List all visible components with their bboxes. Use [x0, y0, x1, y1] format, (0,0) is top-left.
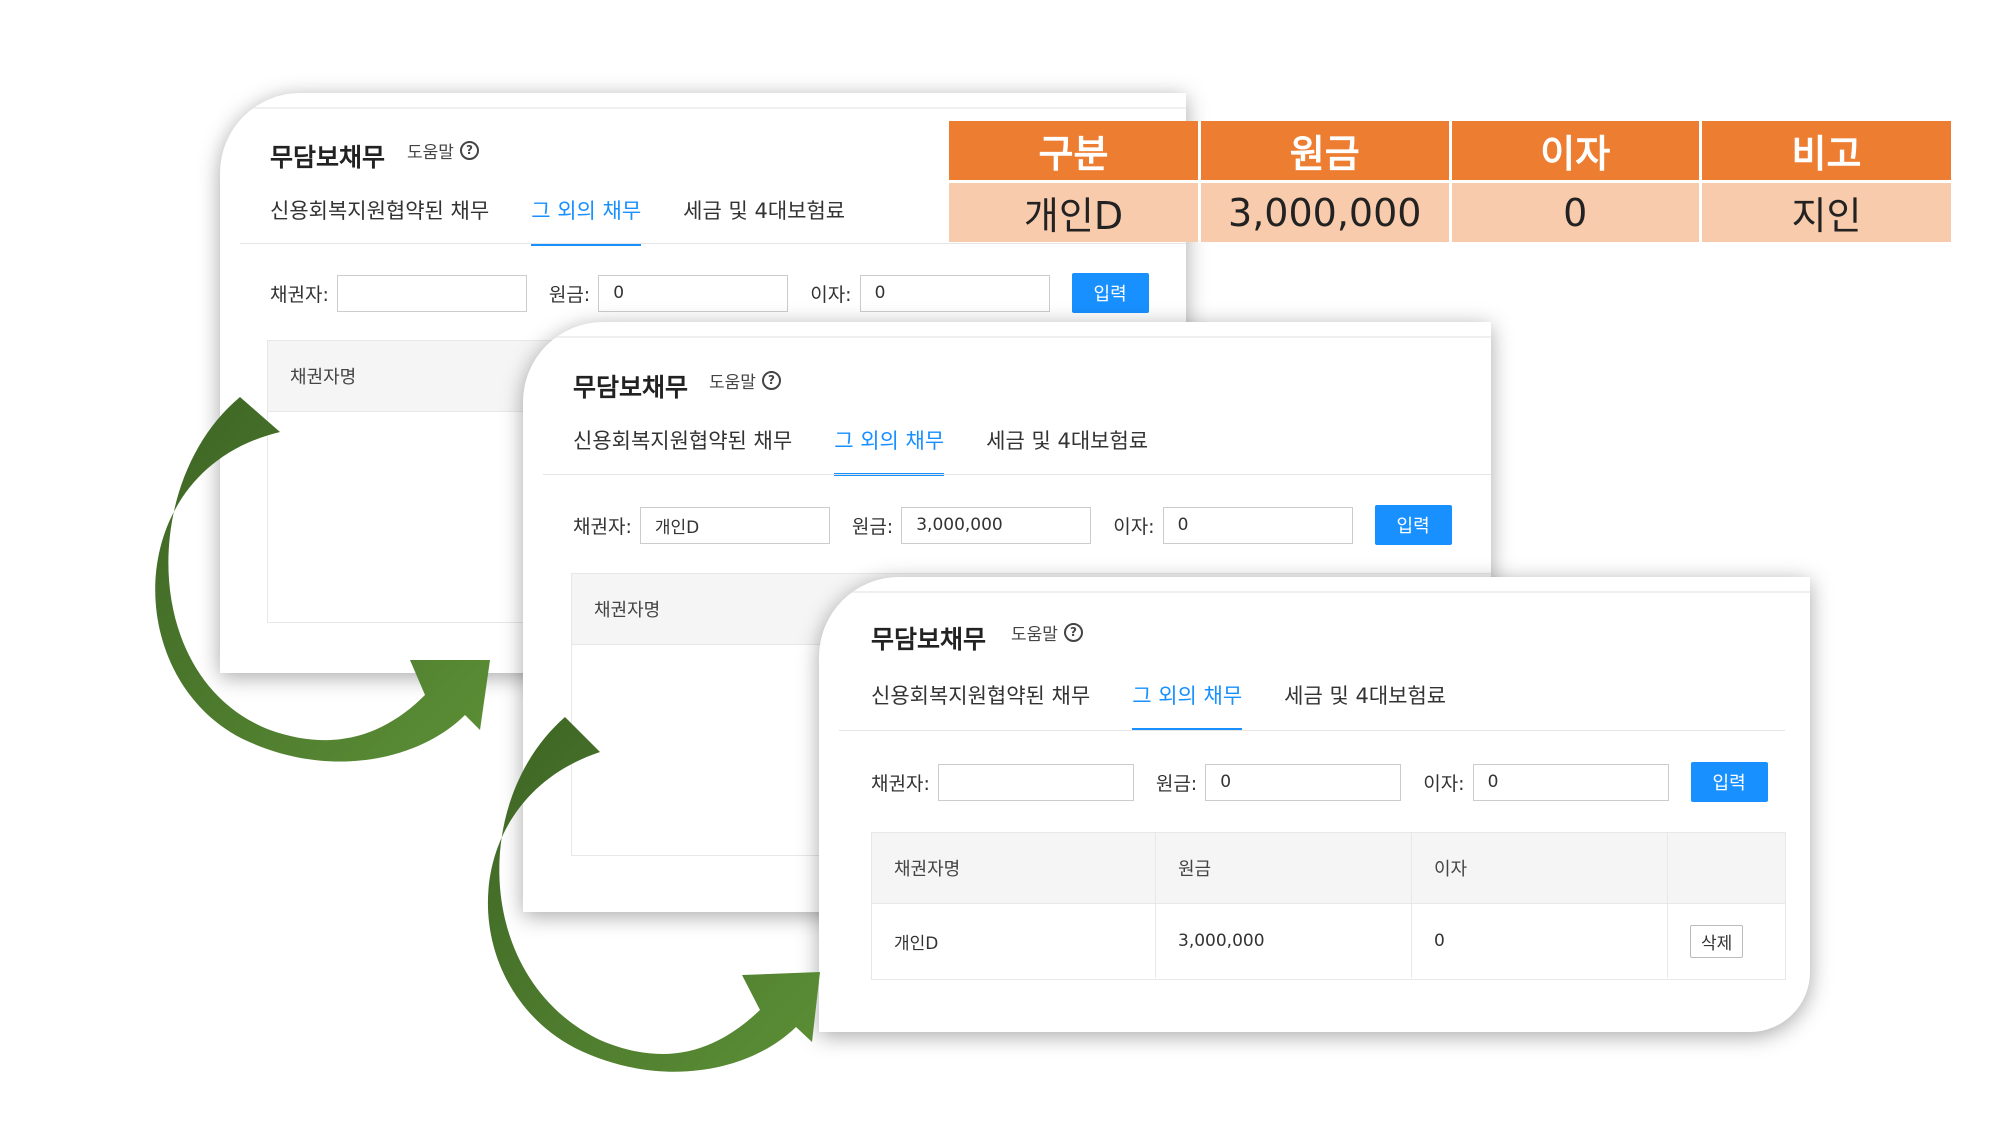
delete-button[interactable]: 삭제 — [1690, 924, 1744, 958]
help-label: 도움말 — [1011, 625, 1058, 645]
summary-header-note: 비고 — [1700, 121, 1951, 183]
summary-data-row: 개인D 3,000,000 0 지인 — [949, 181, 1951, 242]
tab-other-debts[interactable]: 그 외의 채무 — [531, 195, 642, 246]
cell-creditor-name: 개인D — [872, 904, 1156, 978]
page-title: 무담보채무 — [270, 143, 386, 172]
principal-label: 원금: — [548, 283, 591, 306]
summary-header-category: 구분 — [949, 121, 1201, 183]
help-circle-icon: ? — [761, 371, 781, 390]
table-header: 채권자명 원금 이자 — [872, 833, 1785, 904]
help-link[interactable]: 도움말 ? — [407, 138, 479, 163]
help-label: 도움말 — [709, 373, 756, 393]
summary-table: 구분 원금 이자 비고 개인D 3,000,000 0 지인 — [949, 121, 1951, 242]
principal-input[interactable]: 0 — [598, 274, 789, 312]
interest-label: 이자: — [1423, 772, 1465, 795]
summary-cell-category: 개인D — [949, 181, 1201, 242]
creditor-input[interactable]: 개인D — [639, 506, 830, 544]
summary-cell-interest: 0 — [1450, 181, 1702, 242]
tab-other-debts[interactable]: 그 외의 채무 — [834, 425, 945, 476]
column-creditor-name: 채권자명 — [594, 600, 661, 621]
summary-header-row: 구분 원금 이자 비고 — [949, 121, 1951, 183]
interest-label: 이자: — [810, 283, 852, 306]
panel-top-border — [819, 577, 1810, 593]
tab-divider — [543, 474, 1491, 475]
principal-label: 원금: — [851, 515, 894, 538]
column-interest: 이자 — [1412, 833, 1668, 903]
summary-cell-note: 지인 — [1700, 181, 1951, 242]
column-creditor-name: 채권자명 — [872, 833, 1156, 903]
tab-taxes-insurance[interactable]: 세금 및 4대보험료 — [1284, 680, 1446, 731]
page-title: 무담보채무 — [871, 625, 987, 654]
submit-button[interactable]: 입력 — [1374, 505, 1452, 545]
page-title: 무담보채무 — [573, 373, 689, 402]
cell-principal: 3,000,000 — [1156, 904, 1412, 978]
summary-header-interest: 이자 — [1450, 121, 1702, 183]
tab-taxes-insurance[interactable]: 세금 및 4대보험료 — [683, 195, 845, 246]
creditor-input[interactable] — [937, 763, 1134, 801]
panel-top-border — [220, 93, 1186, 109]
table-row: 개인D 3,000,000 0 삭제 — [872, 904, 1785, 978]
help-link[interactable]: 도움말 ? — [1011, 620, 1083, 645]
entry-form: 채권자: 원금: 0 이자: 0 입력 — [871, 762, 1768, 802]
column-actions — [1668, 833, 1785, 903]
entry-form: 채권자: 개인D 원금: 3,000,000 이자: 0 입력 — [573, 505, 1452, 545]
column-principal: 원금 — [1156, 833, 1412, 903]
help-label: 도움말 — [407, 143, 454, 163]
tab-credit-recovery[interactable]: 신용회복지원협약된 채무 — [573, 425, 792, 476]
panel-top-border — [523, 322, 1491, 338]
creditor-label: 채권자: — [270, 283, 329, 306]
cell-interest: 0 — [1412, 904, 1668, 978]
summary-header-principal: 원금 — [1199, 121, 1452, 183]
principal-input[interactable]: 0 — [1205, 763, 1402, 801]
help-circle-icon: ? — [1063, 623, 1083, 642]
tab-bar: 신용회복지원협약된 채무 그 외의 채무 세금 및 4대보험료 — [871, 680, 1488, 731]
tab-bar: 신용회복지원협약된 채무 그 외의 채무 세금 및 4대보험료 — [270, 195, 887, 246]
help-link[interactable]: 도움말 ? — [709, 368, 781, 393]
tab-taxes-insurance[interactable]: 세금 및 4대보험료 — [986, 425, 1148, 476]
submit-button[interactable]: 입력 — [1690, 762, 1768, 802]
debt-table: 채권자명 원금 이자 개인D 3,000,000 0 삭제 — [871, 832, 1786, 980]
cell-actions: 삭제 — [1668, 904, 1785, 978]
submit-button[interactable]: 입력 — [1071, 273, 1149, 313]
help-circle-icon: ? — [459, 141, 479, 160]
tab-divider — [839, 730, 1785, 731]
interest-input[interactable]: 0 — [859, 274, 1050, 312]
creditor-label: 채권자: — [871, 772, 930, 795]
principal-input[interactable]: 3,000,000 — [901, 506, 1092, 544]
tab-credit-recovery[interactable]: 신용회복지원협약된 채무 — [871, 680, 1090, 731]
tab-other-debts[interactable]: 그 외의 채무 — [1132, 680, 1243, 731]
column-creditor-name: 채권자명 — [290, 367, 357, 388]
interest-label: 이자: — [1113, 515, 1155, 538]
tab-credit-recovery[interactable]: 신용회복지원협약된 채무 — [270, 195, 489, 246]
creditor-label: 채권자: — [573, 515, 632, 538]
principal-label: 원금: — [1155, 772, 1198, 795]
summary-cell-principal: 3,000,000 — [1199, 181, 1452, 242]
entry-form: 채권자: 원금: 0 이자: 0 입력 — [270, 273, 1149, 313]
interest-input[interactable]: 0 — [1472, 763, 1669, 801]
interest-input[interactable]: 0 — [1162, 506, 1353, 544]
debt-panel-3: 무담보채무 도움말 ? 신용회복지원협약된 채무 그 외의 채무 세금 및 4대… — [819, 577, 1810, 1032]
tab-bar: 신용회복지원협약된 채무 그 외의 채무 세금 및 4대보험료 — [573, 425, 1190, 476]
creditor-input[interactable] — [336, 274, 527, 312]
tab-divider — [240, 243, 1186, 244]
